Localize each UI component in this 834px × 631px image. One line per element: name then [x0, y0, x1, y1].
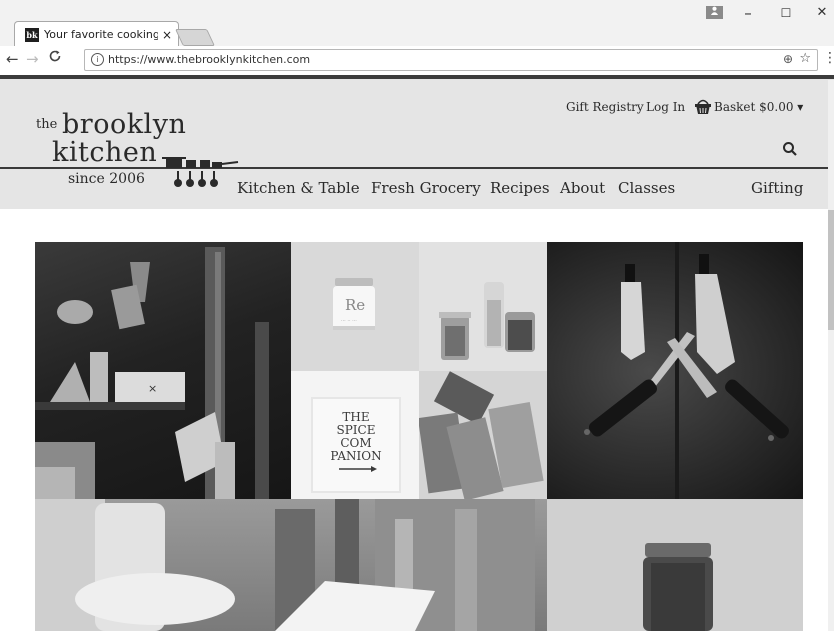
browser-menu-icon[interactable]: ⋮	[823, 50, 834, 66]
logo-brooklyn[interactable]: brooklyn	[62, 109, 186, 140]
hero-tile-honey-jar[interactable]	[547, 499, 803, 631]
logo-the: the	[36, 117, 58, 132]
reload-icon[interactable]	[48, 49, 62, 67]
jar-label: Re	[345, 296, 365, 314]
book-line-2: SPICE	[337, 423, 376, 437]
logo-ladles-icon	[174, 171, 218, 187]
scrollbar-thumb[interactable]	[828, 210, 834, 330]
bookmark-star-icon[interactable]: ☆	[799, 51, 811, 66]
site-info-icon[interactable]: i	[91, 53, 104, 66]
logo-kitchen[interactable]: kitchen	[52, 137, 157, 168]
address-url: https://www.thebrooklynkitchen.com	[108, 53, 311, 66]
tab-close-icon[interactable]: ×	[162, 28, 172, 42]
search-icon[interactable]	[782, 141, 798, 157]
svg-text:··· ·· ···: ··· ·· ···	[341, 318, 357, 324]
bottles-image	[439, 282, 535, 360]
logo-pots-icon	[162, 157, 239, 168]
hero-tile-spice-book[interactable]: THE SPICE COM PANION	[291, 371, 419, 499]
hero-tile-bottles[interactable]	[419, 242, 547, 371]
nav-recipes[interactable]: Recipes	[490, 179, 550, 197]
forward-icon[interactable]: →	[26, 50, 39, 68]
hero-tile-knives[interactable]	[547, 242, 803, 499]
favicon-icon: bk	[25, 27, 39, 42]
close-window-button[interactable]: ✕	[810, 5, 834, 20]
nav-fresh-grocery[interactable]: Fresh Grocery	[371, 179, 481, 197]
hero-tile-sponges[interactable]	[35, 499, 547, 631]
hero-tile-jar[interactable]: Re ··· ·· ···	[291, 242, 419, 371]
basket-icon[interactable]	[694, 97, 712, 115]
nav-about[interactable]: About	[560, 179, 605, 197]
log-in-link[interactable]: Log In	[646, 100, 685, 114]
nav-kitchen-table[interactable]: Kitchen & Table	[237, 179, 360, 197]
book-line-4: PANION	[330, 449, 381, 463]
browser-titlebar: bk Your favorite cooking sto × – ☐ ✕	[0, 0, 834, 47]
bar-tools-image: ×	[35, 247, 269, 499]
browser-tab[interactable]: bk Your favorite cooking sto ×	[14, 21, 179, 47]
translate-icon[interactable]: ⊕	[783, 52, 793, 66]
tab-title: Your favorite cooking sto	[44, 28, 158, 41]
hero-tile-bar-tools[interactable]: ×	[35, 242, 291, 499]
profile-icon[interactable]	[706, 6, 723, 19]
jar-image: Re ··· ·· ···	[333, 278, 375, 330]
basket-link[interactable]: Basket $0.00 ▾	[714, 100, 803, 114]
back-icon[interactable]: ←	[6, 50, 19, 68]
logo-since: since 2006	[68, 171, 145, 187]
site-header: the brooklyn kitchen since 2006 Gift Reg…	[0, 79, 834, 209]
sponges-image	[35, 499, 535, 631]
page-scrollbar[interactable]	[828, 80, 834, 631]
gift-registry-link[interactable]: Gift Registry	[566, 100, 644, 114]
nav-classes[interactable]: Classes	[618, 179, 675, 197]
minimize-button[interactable]: –	[736, 4, 760, 22]
honey-jar-image	[643, 543, 713, 631]
address-bar[interactable]: i https://www.thebrooklynkitchen.com ⊕ ☆	[84, 49, 818, 71]
hero-tile-chocolate[interactable]	[419, 371, 547, 499]
spice-book-image: THE SPICE COM PANION	[311, 397, 401, 493]
book-line-1: THE	[342, 410, 369, 424]
chocolate-image	[419, 371, 547, 499]
nav-gifting[interactable]: Gifting	[751, 179, 803, 197]
book-line-3: COM	[340, 436, 371, 450]
new-tab-button[interactable]	[175, 29, 215, 46]
knives-image	[584, 242, 789, 499]
svg-text:×: ×	[148, 382, 157, 395]
maximize-button[interactable]: ☐	[774, 6, 798, 20]
browser-toolbar: ← → i https://www.thebrooklynkitchen.com…	[0, 46, 834, 76]
